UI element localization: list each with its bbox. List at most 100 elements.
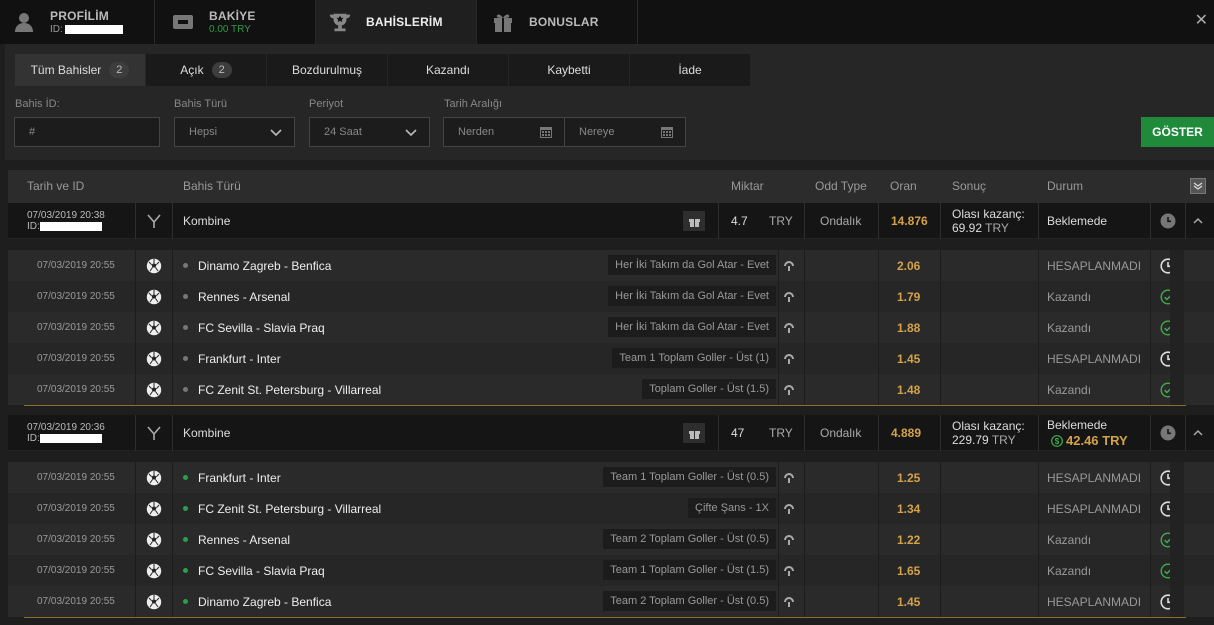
potential-win: 69.92 TRY: [952, 221, 1009, 235]
selection-row: 07/03/2019 20:55 FC Sevilla - Slavia Pra…: [8, 312, 1214, 343]
collapse-all-icon[interactable]: [1190, 178, 1206, 194]
live-stream-icon[interactable]: [782, 374, 796, 405]
cashout-icon: $: [1051, 434, 1063, 447]
show-button[interactable]: GÖSTER: [1141, 117, 1214, 147]
gift-icon[interactable]: [683, 211, 705, 231]
bet-header[interactable]: 07/03/2019 20:36 ID: Kombine 47 TRY Onda…: [8, 415, 1214, 451]
live-stream-icon[interactable]: [782, 555, 796, 586]
match-name[interactable]: Frankfurt - Inter: [183, 343, 281, 374]
match-name[interactable]: Frankfurt - Inter: [183, 462, 281, 493]
live-stream-icon[interactable]: [782, 524, 796, 555]
match-name[interactable]: FC Zenit St. Petersburg - Villarreal: [183, 493, 381, 524]
svg-text:$: $: [1055, 437, 1060, 446]
tab-refund[interactable]: İade: [630, 54, 750, 86]
football-icon: [144, 374, 164, 405]
calendar-icon[interactable]: [540, 126, 552, 138]
bets-container: 07/03/2019 20:38 ID: Kombine 4.7 TRY Ond…: [8, 203, 1214, 624]
selection-status: HESAPLANMADI: [1047, 501, 1142, 516]
bet-type: Kombine: [183, 426, 231, 440]
match-name[interactable]: Rennes - Arsenal: [183, 524, 290, 555]
bet-currency: TRY: [769, 214, 793, 228]
chevron-down-icon: [405, 129, 417, 137]
bet-id: ID:: [27, 433, 102, 444]
tab-won[interactable]: Kazandı: [388, 54, 508, 86]
bet-type-label: Bahis Türü: [174, 98, 227, 110]
selection-date: 07/03/2019 20:55: [37, 596, 115, 607]
football-icon: [144, 555, 164, 586]
market-label: Team 1 Toplam Goller - Üst (0.5): [603, 467, 776, 487]
table-header: Tarih ve ID Bahis Türü Miktar Odd Type O…: [8, 170, 1214, 203]
selection-date: 07/03/2019 20:55: [37, 322, 115, 333]
bet-currency: TRY: [769, 426, 793, 440]
live-stream-icon[interactable]: [782, 281, 796, 312]
cashout-button[interactable]: $42.46 TRY: [1051, 433, 1128, 448]
col-bet-type: Bahis Türü: [183, 179, 241, 193]
selection-row: 07/03/2019 20:55 Dinamo Zagreb - Benfica…: [8, 250, 1214, 281]
live-stream-icon[interactable]: [782, 586, 796, 617]
match-name[interactable]: FC Sevilla - Slavia Praq: [183, 312, 325, 343]
football-icon: [144, 281, 164, 312]
match-name[interactable]: Dinamo Zagreb - Benfica: [183, 586, 331, 617]
tab-open[interactable]: Açık 2: [146, 54, 266, 86]
bet-id-label: Bahis İD:: [15, 98, 60, 110]
live-stream-icon[interactable]: [782, 250, 796, 281]
gift-icon[interactable]: [683, 423, 705, 443]
tab-cashed-out[interactable]: Bozdurulmuş: [267, 54, 387, 86]
live-stream-icon[interactable]: [782, 462, 796, 493]
col-date: Tarih ve ID: [27, 179, 85, 193]
status-dot: [183, 356, 188, 361]
football-icon: [144, 343, 164, 374]
match-name[interactable]: Dinamo Zagreb - Benfica: [183, 250, 331, 281]
selection-row: 07/03/2019 20:55 Frankfurt - Inter Team …: [8, 343, 1214, 374]
profile-id: ID:: [50, 24, 123, 35]
date-from-input[interactable]: Nerden: [443, 117, 565, 147]
balance-title: BAKİYE: [209, 9, 256, 23]
selection-status: HESAPLANMADI: [1047, 258, 1142, 273]
filter-panel: Tüm Bahisler 2 Açık 2 Bozdurulmuş Kazandı …: [5, 44, 1214, 160]
tab-bonuses[interactable]: BONUSLAR: [477, 0, 638, 44]
status-dot: [183, 568, 188, 573]
total-odds: 14.876: [891, 214, 928, 228]
match-name[interactable]: FC Zenit St. Petersburg - Villarreal: [183, 374, 381, 405]
live-stream-icon[interactable]: [782, 343, 796, 374]
col-odds: Oran: [890, 179, 917, 193]
match-name[interactable]: Rennes - Arsenal: [183, 281, 290, 312]
tab-all-bets[interactable]: Tüm Bahisler 2: [15, 54, 145, 86]
bet-type-select[interactable]: Hepsi: [174, 117, 295, 147]
bet-date: 07/03/2019 20:38: [27, 210, 105, 221]
market-label: Toplam Goller - Üst (1.5): [642, 379, 776, 399]
potential-win-label: Olası kazanç:: [952, 207, 1025, 221]
selection-odds: 1.45: [897, 594, 921, 609]
chevron-up-icon[interactable]: [1191, 203, 1205, 239]
bet-id: ID:: [27, 221, 102, 232]
calendar-icon[interactable]: [661, 126, 673, 138]
market-label: Team 2 Toplam Goller - Üst (0.5): [603, 529, 776, 549]
balance-amount: 0.00 TRY: [209, 24, 251, 35]
combo-icon: [144, 415, 164, 451]
potential-win: 229.79 TRY: [952, 433, 1016, 447]
tab-balance[interactable]: BAKİYE 0.00 TRY: [155, 0, 316, 44]
bet-amount: 47: [731, 426, 745, 440]
status-dot: [183, 506, 188, 511]
tab-profile[interactable]: PROFİLİM ID:: [0, 0, 155, 44]
selection-date: 07/03/2019 20:55: [37, 472, 115, 483]
tab-my-bets[interactable]: BAHİSLERİM: [316, 0, 477, 44]
chevron-up-icon[interactable]: [1191, 415, 1205, 451]
live-stream-icon[interactable]: [782, 312, 796, 343]
tab-lost[interactable]: Kaybetti: [509, 54, 629, 86]
bet-id-input[interactable]: #: [14, 117, 160, 147]
match-name[interactable]: FC Sevilla - Slavia Praq: [183, 555, 325, 586]
my-bets-title: BAHİSLERİM: [366, 15, 443, 29]
selection-row: 07/03/2019 20:55 Frankfurt - Inter Team …: [8, 462, 1214, 493]
live-stream-icon[interactable]: [782, 493, 796, 524]
bonuses-title: BONUSLAR: [529, 15, 599, 29]
selection-row: 07/03/2019 20:55 Rennes - Arsenal Her İk…: [8, 281, 1214, 312]
period-select[interactable]: 24 Saat: [309, 117, 430, 147]
bet-header[interactable]: 07/03/2019 20:38 ID: Kombine 4.7 TRY Ond…: [8, 203, 1214, 239]
col-amount: Miktar: [731, 179, 764, 193]
selection-odds: 1.45: [897, 351, 921, 366]
selection-status: Kazandı: [1047, 532, 1092, 547]
date-to-input[interactable]: Nereye: [564, 117, 686, 147]
bet-status: Beklemede: [1047, 418, 1108, 432]
close-icon[interactable]: ✕: [1195, 13, 1208, 29]
